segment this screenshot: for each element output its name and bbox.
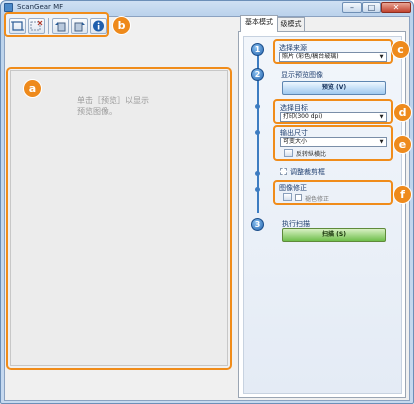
step-dot-output-size	[255, 130, 260, 135]
fade-correction-label: 褪色修正	[305, 196, 330, 203]
show-preview-label: 显示预览图像	[281, 71, 323, 79]
preview-message: 单击［预览］以显示 预览图像。	[77, 96, 149, 116]
chevron-down-icon: ▼	[379, 114, 384, 120]
crop-frame-icon	[280, 168, 287, 175]
step-dot-destination	[255, 104, 260, 109]
source-select[interactable]: 照片 (彩色/稿台玻璃) ▼	[279, 52, 387, 62]
callout-d: d	[393, 103, 412, 122]
step-number-3: 3	[251, 218, 264, 231]
crop-button[interactable]	[9, 18, 26, 34]
callout-e: e	[393, 135, 412, 154]
crop-icon	[11, 21, 24, 31]
chevron-down-icon: ▼	[379, 139, 384, 145]
fade-correction-checkbox[interactable]	[295, 194, 302, 201]
rotate-right-button[interactable]	[71, 18, 88, 34]
step-number-2: 2	[251, 68, 264, 81]
destination-select[interactable]: 打印(300 dpi) ▼	[280, 112, 387, 122]
window-title: ScanGear MF	[17, 3, 64, 11]
chevron-down-icon: ▼	[379, 54, 384, 60]
rotate-left-button[interactable]	[52, 18, 69, 34]
maximize-button[interactable]: □	[362, 2, 381, 13]
info-icon	[93, 20, 104, 32]
tab-basic-mode[interactable]: 基本模式	[240, 15, 278, 32]
adjust-crop-label[interactable]: 调整裁剪框	[290, 167, 325, 177]
output-size-select-value: 可变大小	[283, 138, 308, 145]
callout-a: a	[23, 79, 42, 98]
app-icon	[4, 3, 13, 12]
destination-select-value: 打印(300 dpi)	[283, 113, 323, 120]
info-button[interactable]	[90, 18, 107, 34]
step-dot-crop	[255, 171, 260, 176]
callout-f: f	[393, 185, 412, 204]
preview-button[interactable]: 预览 (V)	[282, 81, 386, 95]
toolbar-separator	[48, 18, 49, 34]
rotate-left-icon	[55, 22, 66, 32]
preview-area[interactable]: 单击［预览］以显示 预览图像。	[10, 70, 228, 366]
clear-icon	[30, 20, 43, 31]
scan-button[interactable]: 扫描 (S)	[282, 228, 386, 242]
image-correction-icon	[283, 193, 292, 201]
callout-c: c	[391, 40, 410, 59]
swap-aspect-ratio-label[interactable]: 反转纵横比	[296, 149, 326, 158]
close-button[interactable]: ✕	[381, 2, 411, 13]
rotate-right-icon	[74, 22, 85, 32]
scangear-window: ScanGear MF – □ ✕ b 单击［预览］以显示 预览图像。 a 基本…	[0, 0, 414, 404]
output-size-select[interactable]: 可变大小 ▼	[280, 137, 387, 147]
step-dot-image-correction	[255, 187, 260, 192]
minimize-button[interactable]: –	[342, 2, 362, 13]
callout-b: b	[112, 16, 131, 35]
step-number-1: 1	[251, 43, 264, 56]
source-select-value: 照片 (彩色/稿台玻璃)	[282, 53, 339, 60]
preview-toolbar	[4, 12, 109, 37]
aspect-ratio-icon	[284, 149, 293, 157]
image-correction-label: 图像修正	[279, 184, 307, 192]
tab-advanced-mode[interactable]: 级模式	[277, 17, 305, 32]
clear-crop-button[interactable]	[28, 18, 45, 34]
